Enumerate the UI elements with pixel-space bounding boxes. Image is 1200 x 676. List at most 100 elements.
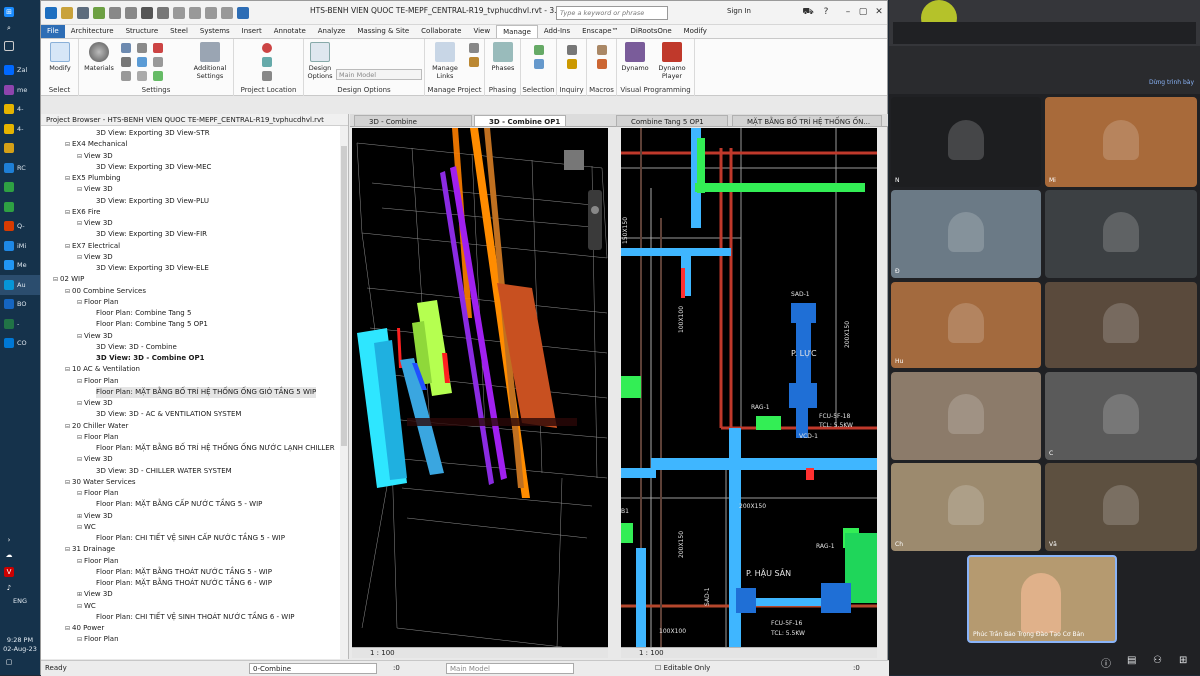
tab-massing-site[interactable]: Massing & Site	[351, 25, 415, 38]
dynamo-player-button[interactable]: Dynamo Player	[653, 42, 691, 80]
tree-item[interactable]: ⊟ View 3D	[77, 454, 113, 465]
location-icon[interactable]	[262, 43, 272, 53]
tree-item[interactable]: ⊟ 40 Power	[65, 623, 104, 634]
language-indicator[interactable]: ENG	[0, 597, 40, 605]
taskbar-app-10[interactable]: Me	[0, 255, 40, 275]
collapse-icon[interactable]: ⊟	[65, 139, 72, 150]
tree-item[interactable]: ⊟ View 3D	[77, 398, 113, 409]
collapse-icon[interactable]: ⊟	[77, 297, 84, 308]
chat-icon[interactable]: ▤	[1127, 655, 1136, 666]
collapse-icon[interactable]: ⊟	[65, 477, 72, 488]
tree-item[interactable]: ⊟ View 3D	[77, 331, 113, 342]
tree-item[interactable]: ⊟ Floor Plan	[77, 432, 119, 443]
warnings-icon[interactable]	[567, 59, 577, 69]
stop-presenting-button[interactable]: Dừng trình bày	[1149, 79, 1194, 86]
object-styles-icon[interactable]	[121, 43, 131, 53]
tree-item[interactable]: ⊟ View 3D	[77, 252, 113, 263]
scrollbar-thumb[interactable]	[341, 146, 347, 446]
project-params-icon[interactable]	[121, 57, 131, 67]
participant-tile[interactable]	[1045, 282, 1197, 368]
additional-settings-button[interactable]: Additional Settings	[189, 42, 231, 80]
manage-images-icon[interactable]	[469, 43, 479, 53]
open-icon[interactable]	[61, 6, 73, 19]
collapse-icon[interactable]: ⊟	[77, 151, 84, 162]
task-view-icon[interactable]	[0, 36, 40, 56]
scale-left[interactable]: 1 : 100	[370, 649, 395, 657]
tree-item[interactable]: ⊟ Floor Plan	[77, 376, 119, 387]
collapse-icon[interactable]: ⊟	[77, 634, 84, 645]
minimize-button[interactable]: –	[841, 5, 855, 19]
collapse-icon[interactable]: ⊟	[77, 218, 84, 229]
tab-enscape-[interactable]: Enscape™	[576, 25, 624, 38]
tree-item[interactable]: ⊟ 02 WIP	[53, 274, 84, 285]
tree-item[interactable]: ⊟ EX6 Fire	[65, 207, 100, 218]
text-icon[interactable]	[173, 6, 185, 19]
snaps-icon[interactable]	[137, 43, 147, 53]
tree-item[interactable]: ⊟ WC	[77, 601, 96, 612]
save-selection-icon[interactable]	[534, 45, 544, 55]
tab-steel[interactable]: Steel	[164, 25, 194, 38]
maximize-button[interactable]: ▢	[856, 5, 870, 19]
tree-item[interactable]: 3D View: 3D - CHILLER WATER SYSTEM	[96, 466, 232, 477]
3d-view-canvas[interactable]	[352, 128, 608, 647]
tree-item[interactable]: 3D View: 3D - AC & VENTILATION SYSTEM	[96, 409, 241, 420]
switch-windows-icon[interactable]	[237, 6, 249, 19]
taskbar-app-6[interactable]	[0, 177, 40, 197]
tab-insert[interactable]: Insert	[236, 25, 268, 38]
collapse-icon[interactable]: ⊟	[77, 601, 84, 612]
revit-logo-icon[interactable]	[45, 6, 57, 19]
project-browser-scrollbar[interactable]	[340, 126, 348, 659]
collapse-icon[interactable]: ⊟	[53, 274, 60, 285]
starting-view-icon[interactable]	[469, 57, 479, 67]
purge-icon[interactable]	[137, 71, 147, 81]
thin-lines-icon[interactable]	[221, 6, 233, 19]
tree-item[interactable]: Floor Plan: Combine Tang 5	[96, 308, 191, 319]
tree-item[interactable]: Floor Plan: Combine Tang 5 OP1	[96, 319, 208, 330]
save-icon[interactable]	[77, 6, 89, 19]
tree-item[interactable]: ⊟ EX7 Electrical	[65, 241, 120, 252]
workset-select[interactable]: 0-Combine	[249, 663, 377, 674]
taskbar-app-3[interactable]: 4-	[0, 119, 40, 139]
macro-security-icon[interactable]	[597, 59, 607, 69]
project-info-icon[interactable]	[153, 43, 163, 53]
participant-tile[interactable]: Ch	[891, 463, 1041, 551]
taskbar-app-8[interactable]: Q-	[0, 216, 40, 236]
scale-right[interactable]: 1 : 100	[639, 649, 664, 657]
tree-item[interactable]: 3D View: 3D - Combine OP1	[96, 353, 205, 364]
tab-modify[interactable]: Modify	[678, 25, 713, 38]
tree-item[interactable]: ⊞ View 3D	[77, 511, 113, 522]
tree-item[interactable]: ⊟ Floor Plan	[77, 634, 119, 645]
taskbar-app-4[interactable]	[0, 138, 40, 158]
collapse-icon[interactable]: ⊟	[65, 544, 72, 555]
load-selection-icon[interactable]	[534, 59, 544, 69]
tree-item[interactable]: 3D View: Exporting 3D View-FIR	[96, 229, 207, 240]
print-icon[interactable]	[141, 6, 153, 19]
volume-icon[interactable]: ♪	[0, 578, 40, 598]
participant-tile[interactable]	[1045, 190, 1197, 278]
collapse-icon[interactable]: ⊟	[77, 376, 84, 387]
view-tab[interactable]: 3D - Combine OP1	[474, 115, 566, 127]
global-params-icon[interactable]	[153, 57, 163, 67]
tree-item[interactable]: 3D View: Exporting 3D View-STR	[96, 128, 210, 139]
collapse-icon[interactable]: ⊟	[65, 286, 72, 297]
position-icon[interactable]	[262, 71, 272, 81]
phases-button[interactable]: Phases	[488, 42, 518, 72]
dynamo-button[interactable]: Dynamo	[620, 42, 650, 72]
tab-annotate[interactable]: Annotate	[268, 25, 312, 38]
tree-item[interactable]: 3D View: Exporting 3D View-ELE	[96, 263, 209, 274]
collapse-icon[interactable]: ⊟	[65, 241, 72, 252]
tree-item[interactable]: ⊟ View 3D	[77, 151, 113, 162]
collapse-icon[interactable]: ⊟	[65, 623, 72, 634]
design-options-button[interactable]: Design Options	[306, 42, 334, 80]
self-view-tile[interactable]: Phúc Trần Bảo Trọng Đào Tạo Cơ Bản	[967, 555, 1117, 643]
taskbar-app-14[interactable]: CO	[0, 333, 40, 353]
tree-item[interactable]: ⊟ EX4 Mechanical	[65, 139, 127, 150]
tree-item[interactable]: Floor Plan: MẶT BẰNG BỐ TRÍ HỆ THỐNG ỐNG…	[96, 443, 335, 454]
tree-item[interactable]: 3D View: Exporting 3D View-PLU	[96, 196, 209, 207]
tab-collaborate[interactable]: Collaborate	[415, 25, 467, 38]
tree-item[interactable]: ⊞ View 3D	[77, 589, 113, 600]
tree-item[interactable]: Floor Plan: CHI TIẾT VỆ SINH CẤP NƯỚC TẦ…	[96, 533, 285, 544]
help-search-input[interactable]: Type a keyword or phrase	[556, 6, 668, 20]
tree-item[interactable]: Floor Plan: MẶT BẰNG BỐ TRÍ HỆ THỐNG ỐNG…	[96, 386, 317, 398]
people-icon[interactable]: ⚇	[1153, 655, 1162, 666]
